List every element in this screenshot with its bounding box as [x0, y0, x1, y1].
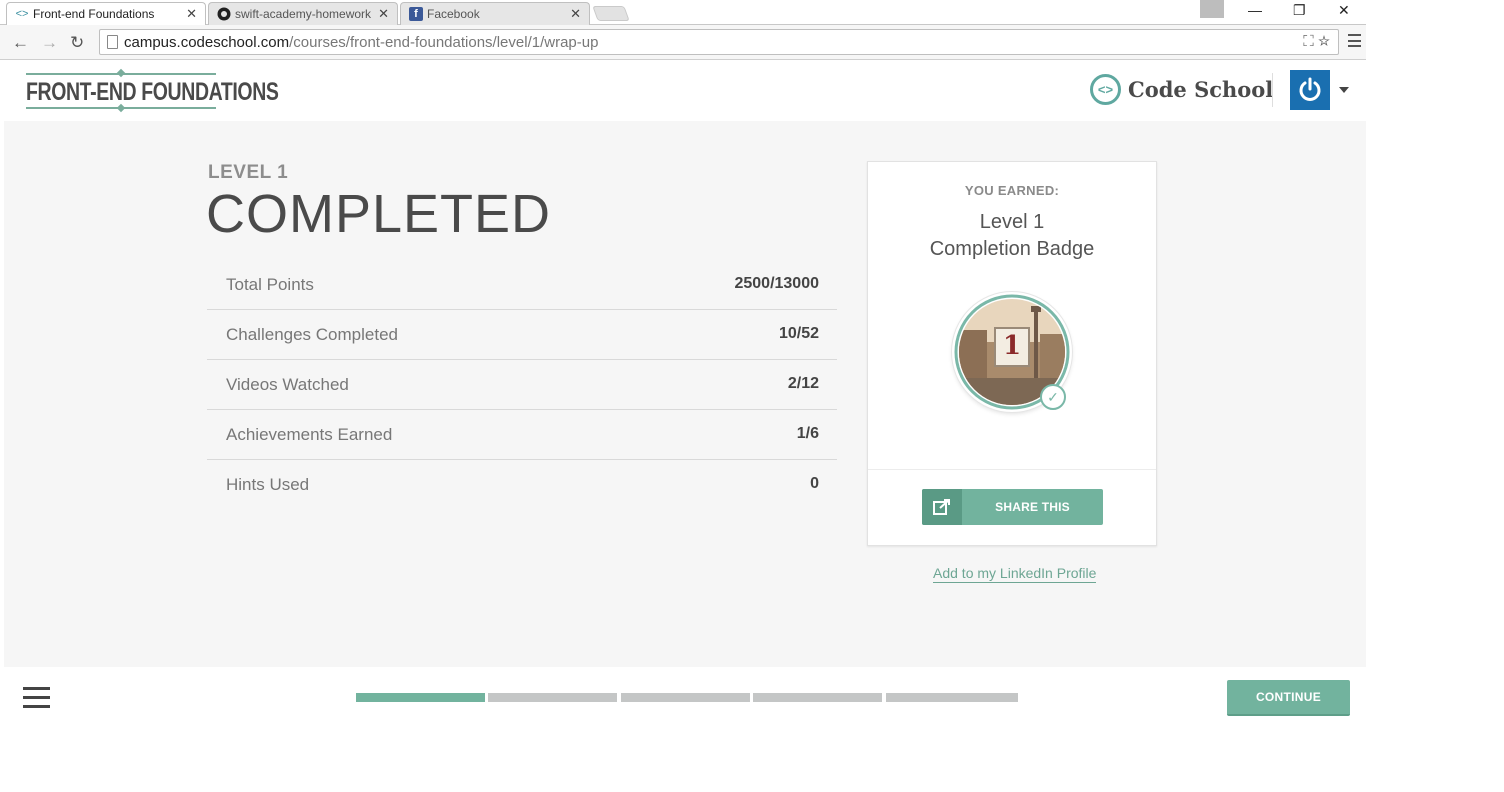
stat-label: Challenges Completed — [226, 325, 398, 344]
github-icon — [217, 7, 231, 21]
close-tab-icon[interactable]: ✕ — [186, 6, 197, 22]
tab-facebook[interactable]: f Facebook ✕ — [400, 2, 590, 25]
stat-value: 1/6 — [796, 425, 819, 442]
badge-name-line2: Completion Badge — [929, 238, 1095, 260]
badge-name: Level 1 Completion Badge — [868, 209, 1156, 263]
close-tab-icon[interactable]: ✕ — [378, 6, 389, 22]
share-button-label: SHARE THIS — [995, 500, 1070, 514]
browser-menu-icon[interactable] — [1348, 34, 1361, 47]
site-header: FRONT-END FOUNDATIONS <> Code School — [4, 61, 1366, 121]
stat-label: Total Points — [226, 275, 314, 294]
course-logo[interactable]: FRONT-END FOUNDATIONS — [26, 68, 279, 113]
tab-title: swift-academy-homework — [235, 7, 372, 21]
reload-icon[interactable]: ↻ — [70, 33, 84, 53]
course-logo-text: FRONT-END FOUNDATIONS — [26, 78, 279, 106]
user-avatar[interactable] — [1290, 70, 1330, 110]
translate-icon[interactable]: ⛶ — [1303, 33, 1314, 50]
check-icon: ✓ — [1040, 384, 1066, 410]
card-divider — [868, 469, 1156, 470]
address-bar[interactable]: campus.codeschool.com/courses/front-end-… — [99, 29, 1339, 55]
stat-value: 2/12 — [787, 375, 819, 392]
continue-button[interactable]: CONTINUE — [1227, 680, 1350, 716]
restore-icon[interactable]: ❐ — [1293, 2, 1306, 19]
stat-row-challenges: Challenges Completed 10/52 — [207, 310, 837, 360]
tab-title: Front-end Foundations — [33, 7, 155, 21]
url-host: campus.codeschool.com — [124, 34, 290, 51]
brand-name: Code School — [1128, 77, 1274, 102]
omnibox-actions: ⛶ ☆ — [1303, 33, 1330, 50]
minimize-icon[interactable]: — — [1248, 2, 1262, 18]
stat-value: 0 — [810, 475, 819, 492]
stat-label: Achievements Earned — [226, 425, 393, 444]
progress-segment[interactable] — [753, 693, 882, 702]
stat-value: 2500/13000 — [734, 275, 819, 292]
stat-row-hints: Hints Used 0 — [207, 460, 837, 510]
tab-title: Facebook — [427, 7, 480, 21]
forward-icon[interactable]: → — [41, 33, 58, 53]
logo-diamond — [116, 68, 126, 78]
power-icon — [1299, 77, 1321, 101]
stat-row-total-points: Total Points 2500/13000 — [207, 260, 837, 310]
stat-row-achievements: Achievements Earned 1/6 — [207, 410, 837, 460]
earned-label: YOU EARNED: — [964, 183, 1060, 198]
bookmark-star-icon[interactable]: ☆ — [1318, 33, 1330, 50]
facebook-icon: f — [409, 7, 423, 21]
badge-card: YOU EARNED: Level 1 Completion Badge 1 ✓… — [867, 161, 1157, 546]
browser-toolbar: ← → ↻ campus.codeschool.com/courses/fron… — [0, 25, 1366, 60]
add-linkedin-link[interactable]: Add to my LinkedIn Profile — [933, 565, 1097, 583]
progress-segment[interactable] — [488, 693, 617, 702]
browser-profile-icon[interactable] — [1200, 0, 1224, 18]
url-text: campus.codeschool.com/courses/front-end-… — [124, 34, 598, 51]
stat-label: Videos Watched — [226, 375, 349, 394]
tab-front-end-foundations[interactable]: <> Front-end Foundations ✕ — [6, 2, 206, 26]
level-status-title: COMPLETED — [206, 184, 552, 244]
course-footer: CONTINUE — [4, 667, 1366, 729]
badge-number: 1 — [1002, 331, 1022, 361]
back-icon[interactable]: ← — [12, 33, 29, 53]
badge-name-line1: Level 1 — [979, 211, 1045, 233]
header-divider — [1272, 73, 1273, 107]
progress-segment[interactable] — [621, 693, 750, 702]
new-tab-button[interactable] — [592, 6, 630, 21]
share-button[interactable]: SHARE THIS — [922, 489, 1103, 525]
stat-row-videos: Videos Watched 2/12 — [207, 360, 837, 410]
close-tab-icon[interactable]: ✕ — [570, 6, 581, 22]
progress-segment[interactable] — [886, 693, 1018, 702]
stats-table: Total Points 2500/13000 Challenges Compl… — [207, 260, 837, 510]
account-dropdown-caret-icon[interactable] — [1339, 87, 1349, 93]
browser-tab-strip: <> Front-end Foundations ✕ swift-academy… — [0, 0, 1366, 26]
menu-hamburger-icon[interactable] — [23, 687, 50, 709]
wrap-up-panel: LEVEL 1 COMPLETED Total Points 2500/1300… — [4, 121, 1366, 667]
url-path: /courses/front-end-foundations/level/1/w… — [289, 34, 599, 51]
level-label: LEVEL 1 — [208, 162, 289, 183]
window-close-icon[interactable]: ✕ — [1338, 2, 1350, 19]
code-school-logo-icon: <> — [1090, 74, 1121, 105]
stat-label: Hints Used — [226, 475, 310, 494]
page-icon — [107, 35, 118, 49]
stat-value: 10/52 — [778, 325, 819, 342]
tab-swift-academy-homework[interactable]: swift-academy-homework ✕ — [208, 2, 398, 25]
code-brackets-icon: <> — [15, 8, 29, 20]
share-icon — [922, 489, 962, 525]
progress-segment[interactable] — [356, 693, 485, 702]
